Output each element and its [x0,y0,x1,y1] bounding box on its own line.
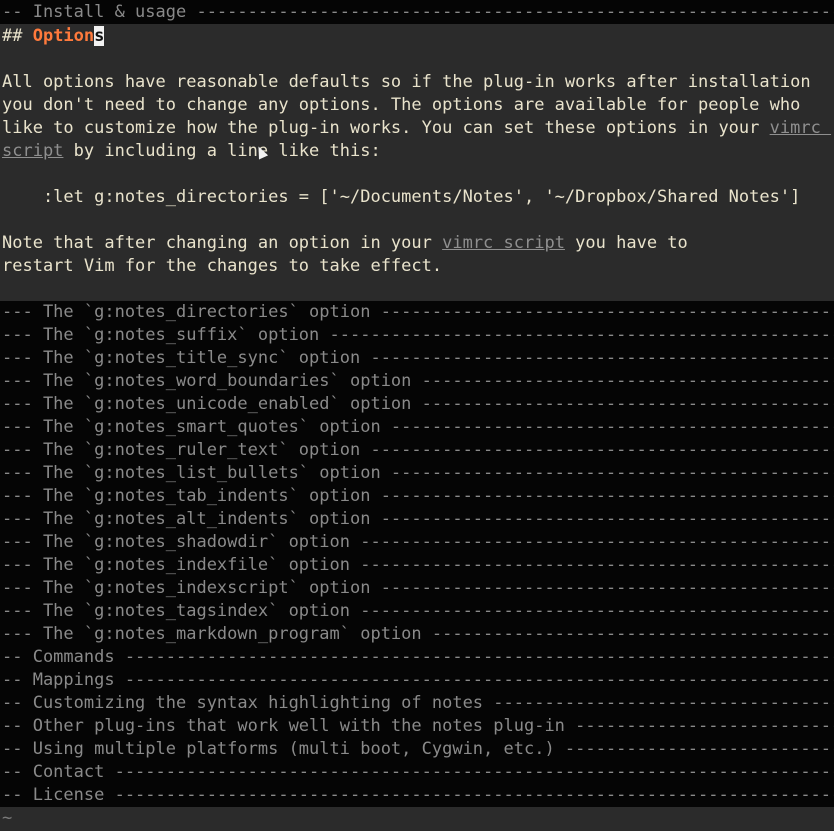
fold-install-usage[interactable]: -- Install & usage ---------------------… [2,1,834,24]
fold-contact[interactable]: -- Contact -----------------------------… [2,761,834,784]
fold-notes-tab-indents[interactable]: --- The `g:notes_tab_indents` option ---… [2,485,834,508]
fold-mappings[interactable]: -- Mappings ----------------------------… [2,669,834,692]
fold-multiple-platforms[interactable]: -- Using multiple platforms (multi boot,… [2,738,834,761]
code-example: :let g:notes_directories = ['~/Documents… [2,187,801,207]
fold-notes-shadowdir[interactable]: --- The `g:notes_shadowdir` option -----… [2,531,834,554]
paragraph1-line4: script by including a line like this: [2,140,381,163]
vimrc-script-link[interactable]: vimrc script [442,233,565,253]
fold-notes-ruler-text[interactable]: --- The `g:notes_ruler_text` option ----… [2,439,834,462]
fold-notes-title-sync[interactable]: --- The `g:notes_title_sync` option ----… [2,347,834,370]
heading-text: Option [32,26,95,46]
fold-notes-unicode-enabled[interactable]: --- The `g:notes_unicode_enabled` option… [2,393,834,416]
fold-notes-smart-quotes[interactable]: --- The `g:notes_smart_quotes` option --… [2,416,834,439]
fold-install-usage-block: -- Install & usage ---------------------… [0,0,834,24]
fold-notes-tagsindex[interactable]: --- The `g:notes_tagsindex` option -----… [2,600,834,623]
fold-customizing-syntax[interactable]: -- Customizing the syntax highlighting o… [2,692,834,715]
fold-other-plugins[interactable]: -- Other plug-ins that work well with th… [2,715,834,738]
paragraph2-line1-text: Note that after changing an option in yo… [2,233,443,253]
vimrc-script-link-part1[interactable]: vimrc [770,118,831,138]
vimrc-script-link-part2[interactable]: script [2,141,63,161]
paragraph1-line3-text: like to customize how the plug-in works.… [2,118,770,138]
paragraph2-line1-end: you have to [564,233,688,253]
paragraph2-line2: restart Vim for the changes to take effe… [2,256,443,276]
fold-notes-markdown-program[interactable]: --- The `g:notes_markdown_program` optio… [2,623,834,646]
paragraph2-line1: Note that after changing an option in yo… [2,232,688,255]
paragraph1-line3: like to customize how the plug-in works.… [2,117,831,140]
options-heading: ## Options [2,25,105,48]
fold-notes-directories[interactable]: --- The `g:notes_directories` option ---… [2,301,834,324]
fold-notes-alt-indents[interactable]: --- The `g:notes_alt_indents` option ---… [2,508,834,531]
fold-license[interactable]: -- License -----------------------------… [2,784,834,807]
paragraph1-line4-text: by including a line like this: [63,141,381,161]
heading-marker: ## [2,26,33,46]
end-of-buffer-marker: ~ [2,808,13,828]
fold-notes-list-bullets[interactable]: --- The `g:notes_list_bullets` option --… [2,462,834,485]
paragraph1-line2: you don't need to change any options. Th… [2,95,801,115]
paragraph1-line1: All options have reasonable defaults so … [2,72,811,92]
fold-notes-indexscript[interactable]: --- The `g:notes_indexscript` option ---… [2,577,834,600]
fold-notes-suffix[interactable]: --- The `g:notes_suffix` option --------… [2,324,834,347]
text-cursor[interactable]: s [94,26,105,46]
fold-notes-indexfile[interactable]: --- The `g:notes_indexfile` option -----… [2,554,834,577]
fold-notes-word-boundaries[interactable]: --- The `g:notes_word_boundaries` option… [2,370,834,393]
fold-commands[interactable]: -- Commands ----------------------------… [2,646,834,669]
folded-sections: --- The `g:notes_directories` option ---… [0,301,834,807]
